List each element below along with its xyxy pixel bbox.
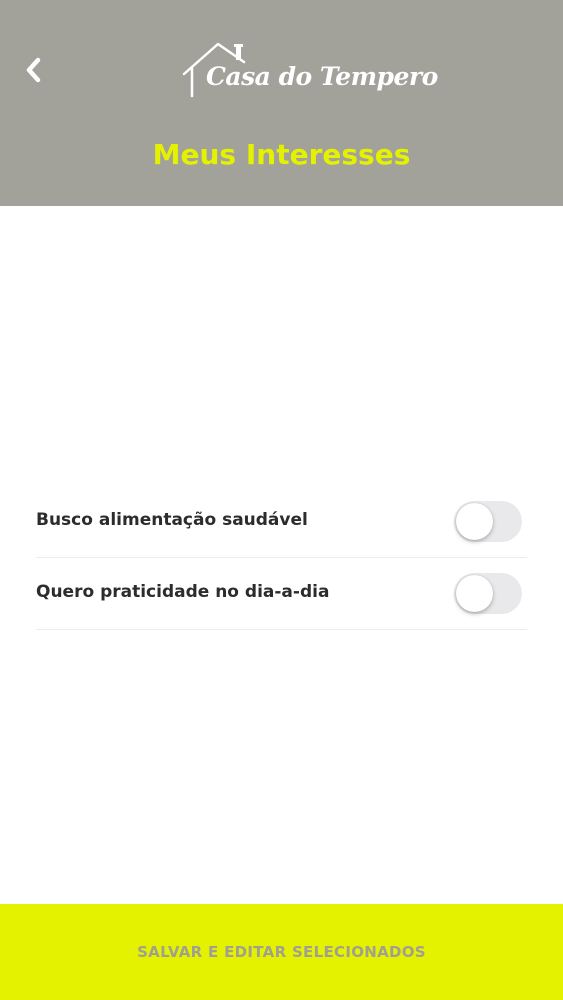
chevron-left-icon bbox=[26, 57, 41, 83]
interest-toggle[interactable] bbox=[454, 501, 522, 542]
interest-row: Quero praticidade no dia-a-dia bbox=[36, 558, 527, 630]
logo-wordmark: Casa do Tempero bbox=[206, 62, 438, 91]
save-and-edit-button[interactable]: SALVAR E EDITAR SELECIONADOS bbox=[0, 904, 563, 1000]
interest-list: Busco alimentação saudável Quero pratici… bbox=[36, 486, 527, 630]
toggle-knob bbox=[456, 575, 493, 612]
toggle-knob bbox=[456, 503, 493, 540]
interest-row: Busco alimentação saudável bbox=[36, 486, 527, 558]
save-button-label: SALVAR E EDITAR SELECIONADOS bbox=[137, 943, 426, 961]
app-header: Casa do Tempero Meus Interesses bbox=[0, 0, 563, 206]
back-button[interactable] bbox=[18, 54, 50, 86]
brand-logo: Casa do Tempero bbox=[180, 40, 438, 102]
interest-label: Quero praticidade no dia-a-dia bbox=[36, 582, 330, 602]
interest-label: Busco alimentação saudável bbox=[36, 510, 308, 530]
interest-toggle[interactable] bbox=[454, 573, 522, 614]
page-title: Meus Interesses bbox=[152, 138, 411, 171]
